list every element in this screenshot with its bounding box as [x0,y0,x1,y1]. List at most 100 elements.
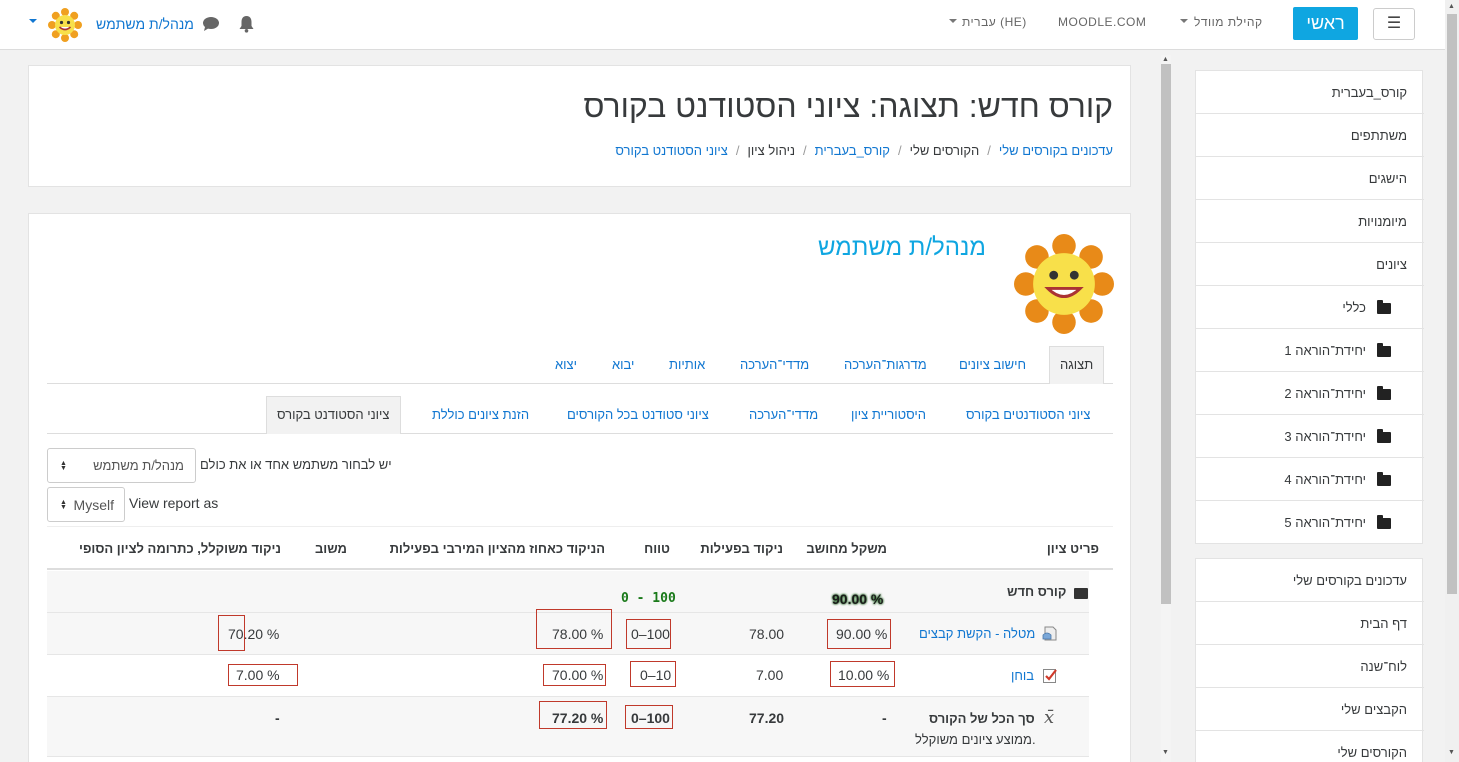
language-menu[interactable]: עברית (HE) [962,15,1027,29]
report-tabs: ציוני הסטודנטים בקורס היסטוריית ציון מדד… [47,396,1113,434]
updown-icon: ▲ ▼ [60,498,67,511]
category-row: קורס חדש 90.00 % 0 - 100 [47,571,1089,613]
tab-scales[interactable]: מדרגות־הערכה [834,346,937,384]
column-header: פריט ציון [1046,541,1099,556]
sidebar-item-topic-2[interactable]: יחידת־הוראה 2 [1196,372,1424,415]
menu-toggle-button[interactable]: ☰ [1373,8,1415,40]
sidebar-item-participants[interactable]: משתתפים [1196,114,1424,157]
range-value: 0–100 [631,710,670,726]
community-menu[interactable]: קהילת מוודל [1194,15,1263,29]
contribution-value: 70.20 % [228,626,280,642]
column-header: ניקוד בפעילות [700,541,783,556]
tab-outcomes-report[interactable]: מדדי־הערכה [739,396,828,434]
tab-user-report[interactable]: ציוני הסטודנט בקורס [266,396,401,434]
tab-grader-report[interactable]: ציוני הסטודנטים בקורס [956,396,1100,434]
home-button[interactable]: ראשי [1293,7,1358,40]
file-upload-icon [1042,626,1057,641]
folder-icon [1377,429,1391,443]
sidebar-item-my-courses[interactable]: הקורסים שלי [1196,731,1424,762]
tab-grade-history[interactable]: היסטוריית ציון [841,396,936,434]
navbar: ☰ ראשי קהילת מוודל MOODLE.COM עברית (HE)… [0,0,1445,50]
view-as-select[interactable]: ▲ ▼ Myself [47,487,125,522]
tab-view[interactable]: תצוגה [1049,346,1105,384]
tab-singleview[interactable]: הזנת ציונים כוללת [422,396,539,434]
table-row: בוחן 10.00 % 7.00 0–10 70.00 % 7.00 % [47,655,1089,697]
breadcrumb: עדכונים בקורסים שלי / הקורסים שלי / קורס_בעב… [615,143,1113,158]
sidebar-item-general[interactable]: כללי [1196,286,1424,329]
sidebar-item-badges[interactable]: הישגים [1196,157,1424,200]
user-fullname: מנהל/ת משתמש [818,234,986,261]
column-header: משקל מחושב [806,541,887,556]
sidebar-item-home[interactable]: דף הבית [1196,602,1424,645]
breadcrumb-separator: / [987,143,991,158]
table-header: פריט ציון משקל מחושב ניקוד בפעילות טווח … [47,526,1113,570]
weight-value: 90.00 % [836,626,888,642]
scroll-up-icon[interactable]: ▲ [1162,56,1169,63]
assignment-link[interactable]: מטלה - הקשת קבצים [919,626,1035,641]
tab-overview-report[interactable]: ציוני סטודנט בכל הקורסים [557,396,719,434]
tab-import[interactable]: יבוא [602,346,644,384]
quiz-link[interactable]: בוחן [1011,668,1034,683]
breadcrumb-item[interactable]: ציוני הסטודנט בקורס [615,143,728,158]
sidebar-item-calendar[interactable]: לוח־שנה [1196,645,1424,688]
select-user-label: יש לבחור משתמש אחד או את כולם [200,457,392,472]
column-header: משוב [314,541,347,556]
range-value: 0–10 [640,667,672,683]
content-scrollbar-thumb[interactable] [1161,64,1171,604]
chevron-down-icon [949,19,957,23]
range-value: 0–100 [631,626,670,642]
category-name: קורס חדש [1007,584,1067,599]
chevron-down-icon [1180,19,1188,23]
updown-icon: ▲ ▼ [60,459,67,472]
avatar[interactable] [48,8,82,42]
contribution-value: - [275,710,280,726]
page-title: קורס חדש: תצוגה: ציוני הסטודנט בקורס [583,88,1113,124]
grade-value: 7.00 [756,667,784,683]
breadcrumb-item[interactable]: קורס_בעברית [815,143,890,158]
sidebar-item-topic-5[interactable]: יחידת־הוראה 5 [1196,501,1424,544]
folder-icon [1377,472,1391,486]
course-navigation: קורס_בעברית משתתפים הישגים מיומנויות ציו… [1195,70,1424,544]
chat-icon[interactable] [202,16,220,32]
chevron-down-icon [29,19,37,23]
bell-icon[interactable] [238,15,255,33]
folder-icon [1377,343,1391,357]
breadcrumb-item: הקורסים שלי [909,143,980,158]
sidebar-item-dashboard[interactable]: עדכונים בקורסים שלי [1196,559,1424,602]
sidebar-item-topic-3[interactable]: יחידת־הוראה 3 [1196,415,1424,458]
user-select[interactable]: ▲ ▼ מנהל/ת משתמש [47,448,196,483]
moodle-link[interactable]: MOODLE.COM [1058,15,1146,29]
folder-icon [1377,515,1391,529]
quiz-icon [1043,669,1057,683]
scroll-down-icon[interactable]: ▼ [1162,749,1169,756]
sidebar-item-course[interactable]: קורס_בעברית [1196,71,1424,114]
category-range: 0 - 100 [621,591,676,606]
total-description: ממוצע ציונים משוקלל. [915,732,1036,747]
folder-icon [1377,300,1391,314]
course-total-row: x̄ סך הכל של הקורס ממוצע ציונים משוקלל. … [47,697,1089,757]
scroll-down-icon[interactable]: ▼ [1448,749,1455,756]
folder-icon [1377,386,1391,400]
breadcrumb-item[interactable]: עדכונים בקורסים שלי [999,143,1113,158]
breadcrumb-separator: / [803,143,807,158]
main-region: מנהל/ת משתמש תצוגה חישוב ציונים מדרגות־ה… [28,213,1131,762]
site-navigation: עדכונים בקורסים שלי דף הבית לוח־שנה הקבצ… [1195,558,1424,762]
folder-icon [1074,588,1088,599]
sidebar-item-private-files[interactable]: הקבצים שלי [1196,688,1424,731]
tab-letters[interactable]: אותיות [659,346,715,384]
tab-export[interactable]: יצוא [545,346,587,384]
tab-outcomes[interactable]: מדדי־הערכה [730,346,819,384]
scroll-up-icon[interactable]: ▲ [1448,3,1455,10]
grade-tabs: תצוגה חישוב ציונים מדרגות־הערכה מדדי־הער… [47,346,1113,384]
sidebar-item-grades[interactable]: ציונים [1196,243,1424,286]
sidebar-item-competencies[interactable]: מיומנויות [1196,200,1424,243]
page-scrollbar-thumb[interactable] [1447,14,1457,594]
sidebar-item-topic-1[interactable]: יחידת־הוראה 1 [1196,329,1424,372]
tab-calculation[interactable]: חישוב ציונים [949,346,1036,384]
user-menu-name[interactable]: מנהל/ת משתמש [96,16,194,32]
total-name: סך הכל של הקורס [929,711,1035,726]
table-row: מטלה - הקשת קבצים 90.00 % 78.00 0–100 78… [47,609,1089,655]
page-header: קורס חדש: תצוגה: ציוני הסטודנט בקורס עדכ… [28,65,1131,187]
sidebar-item-topic-4[interactable]: יחידת־הוראה 4 [1196,458,1424,501]
percent-value: 70.00 % [552,667,604,683]
